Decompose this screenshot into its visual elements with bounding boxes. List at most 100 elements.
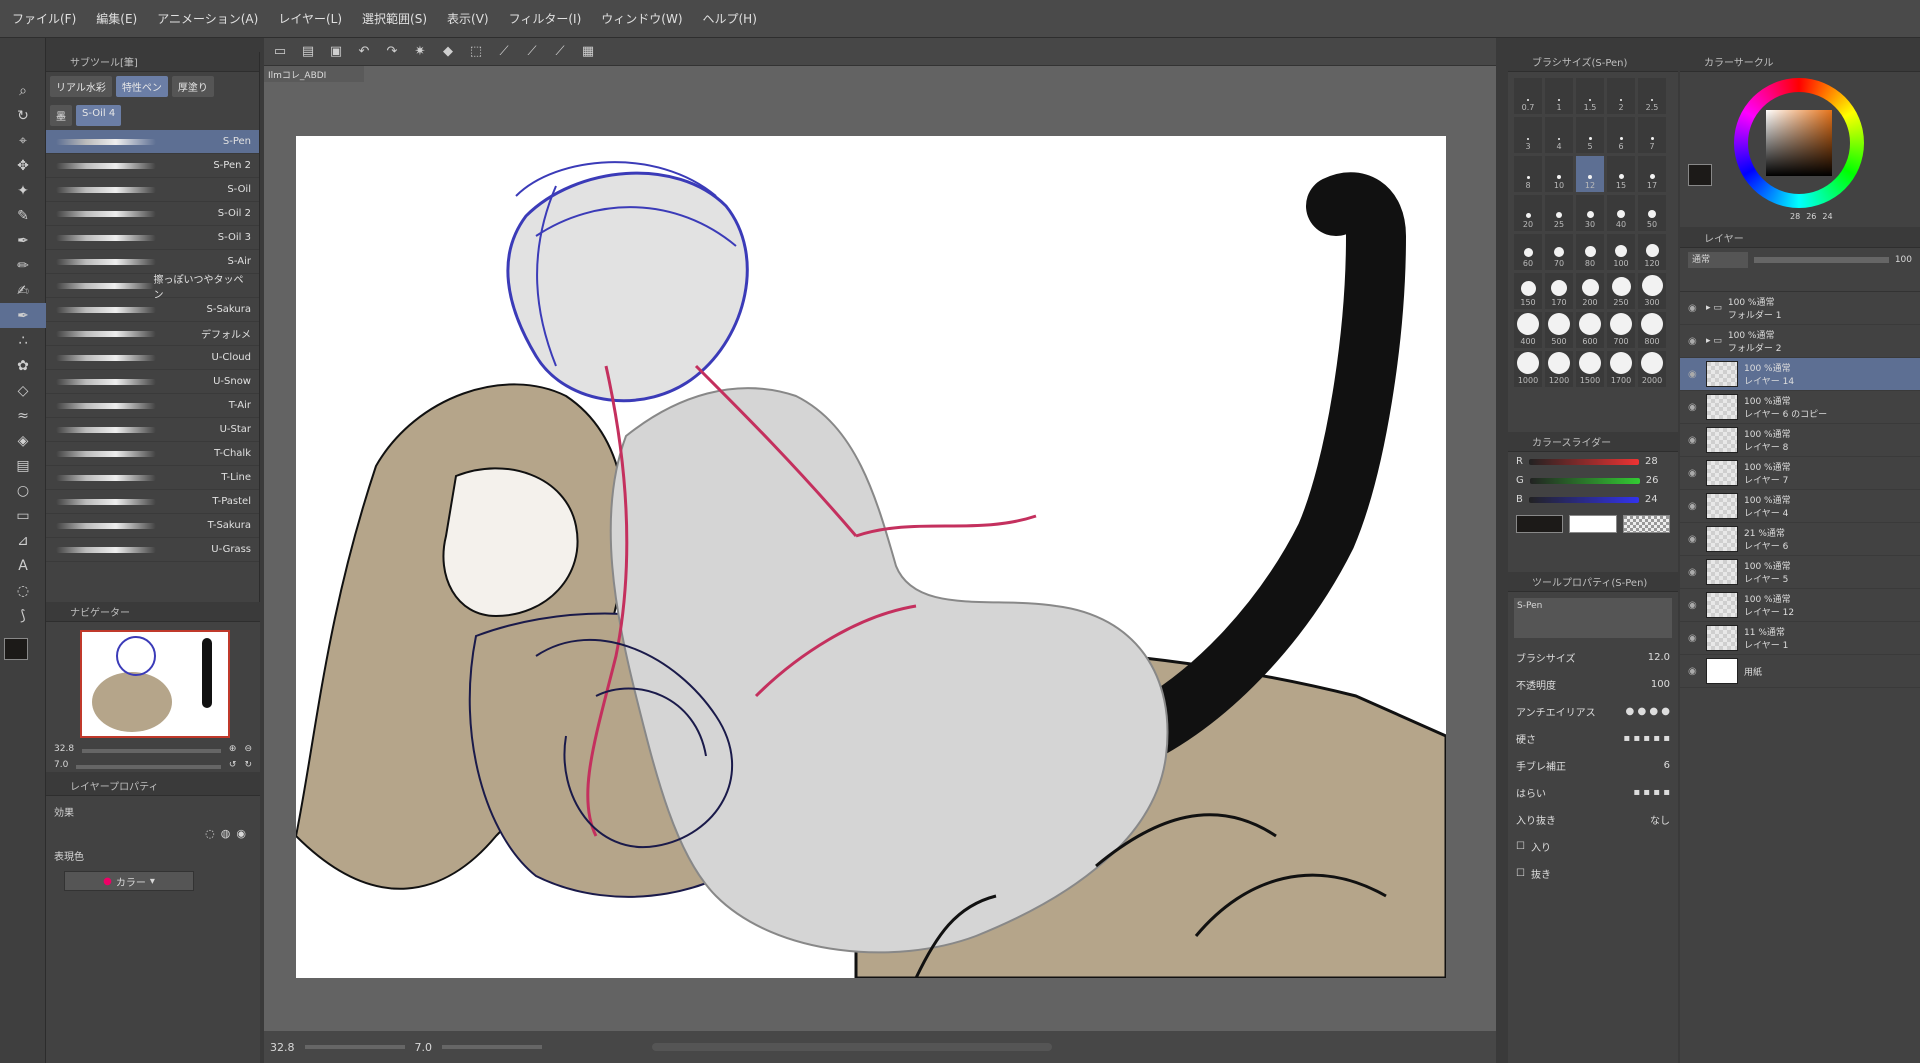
settings-icon[interactable]: ✷ (410, 42, 430, 62)
brush-size-option[interactable]: 170 (1545, 273, 1573, 309)
brush-size-option[interactable]: 5 (1576, 117, 1604, 153)
s-pen-tool-icon[interactable]: ✒ (0, 303, 46, 328)
expression-color-select[interactable]: ● カラー ▾ (64, 871, 194, 891)
status-angle[interactable]: 7.0 (415, 1041, 433, 1054)
subtool-tab[interactable]: リアル水彩 (50, 76, 112, 97)
ruler-icon[interactable]: ⟋ (494, 42, 514, 62)
drawing-canvas[interactable] (296, 136, 1446, 978)
undo-icon[interactable]: ↶ (354, 42, 374, 62)
r-value[interactable]: 28 (1645, 456, 1658, 467)
brush-size-option[interactable]: 800 (1638, 312, 1666, 348)
pencil-tool-icon[interactable]: ✏ (0, 253, 46, 278)
brush-size-option[interactable]: 30 (1576, 195, 1604, 231)
decoration-tool-icon[interactable]: ✿ (0, 353, 46, 378)
menu-item-3[interactable]: レイヤー(L) (278, 10, 342, 27)
brush-size-option[interactable]: 2 (1607, 78, 1635, 114)
in-checkbox[interactable]: ☐ (1516, 841, 1525, 852)
main-color-swatch[interactable] (1688, 164, 1712, 186)
effect-color-icon[interactable]: ◉ (236, 827, 246, 840)
brush-size-option[interactable]: 1700 (1607, 351, 1635, 387)
brush-size-option[interactable]: 4 (1545, 117, 1573, 153)
brush-item[interactable]: 擦っぽいつやタッペン (46, 274, 259, 301)
frame-tool-icon[interactable]: ▭ (0, 503, 46, 528)
brush-size-option[interactable]: 1200 (1545, 351, 1573, 387)
eye-icon[interactable]: ◉ (1688, 501, 1700, 512)
transform-icon[interactable]: ⬚ (466, 42, 486, 62)
taper-selector[interactable]: ▪ ▪ ▪ ▪ (1633, 787, 1670, 798)
g-value[interactable]: 26 (1646, 475, 1659, 486)
layer-row[interactable]: ◉ ▸ ▭ 100 %通常 フォルダー 2 (1680, 325, 1920, 358)
eye-icon[interactable]: ◉ (1688, 633, 1700, 644)
subtool-group-tab[interactable]: 墨 (50, 105, 72, 126)
rotate-left-icon[interactable]: ↺ (229, 760, 237, 770)
in-out-select[interactable]: なし (1650, 812, 1670, 827)
correct-line-icon[interactable]: ⟆ (0, 603, 46, 628)
menu-item-2[interactable]: アニメーション(A) (157, 10, 258, 27)
menu-item-8[interactable]: ヘルプ(H) (703, 10, 757, 27)
layer-opacity[interactable]: 100 (1895, 255, 1912, 265)
effect-tone-icon[interactable]: ◍ (221, 827, 231, 840)
brush-tool-icon[interactable]: ✍ (0, 278, 46, 303)
eye-icon[interactable]: ◉ (1688, 468, 1700, 479)
b-value[interactable]: 24 (1645, 494, 1658, 505)
airbrush-icon[interactable]: ∴ (0, 328, 46, 353)
subtool-tab[interactable]: 厚塗り (171, 76, 214, 97)
menu-item-0[interactable]: ファイル(F) (12, 10, 76, 27)
saturation-value-square[interactable] (1766, 110, 1832, 176)
zoom-in-icon[interactable]: ⊕ (229, 744, 237, 754)
new-file-icon[interactable]: ▭ (270, 42, 290, 62)
layer-row[interactable]: ◉ 100 %通常 レイヤー 7 (1680, 457, 1920, 490)
brush-size-option[interactable]: 70 (1545, 234, 1573, 270)
menu-item-5[interactable]: 表示(V) (447, 10, 489, 27)
effect-border-icon[interactable]: ◌ (205, 827, 215, 840)
gradient-tool-icon[interactable]: ▤ (0, 453, 46, 478)
brush-size-option[interactable]: 20 (1514, 195, 1542, 231)
eyedropper-icon[interactable]: ✎ (0, 203, 46, 228)
pen-tool-icon[interactable]: ✒ (0, 228, 46, 253)
brush-size-option[interactable]: 400 (1514, 312, 1542, 348)
blend-mode-select[interactable]: 通常 (1688, 252, 1748, 268)
zoom-out-icon[interactable]: ⊖ (244, 744, 252, 754)
object-tool-icon[interactable]: ⌖ (0, 128, 46, 153)
subtool-tab[interactable]: 特性ペン (115, 76, 168, 97)
brush-size-option[interactable]: 1000 (1514, 351, 1542, 387)
brush-size-option[interactable]: 700 (1607, 312, 1635, 348)
brush-size-option[interactable]: 25 (1545, 195, 1573, 231)
layer-row[interactable]: ◉ 100 %通常 レイヤー 4 (1680, 490, 1920, 523)
brush-size-option[interactable]: 2000 (1638, 351, 1666, 387)
brush-size-option[interactable]: 300 (1638, 273, 1666, 309)
brush-size-option[interactable]: 2.5 (1638, 78, 1666, 114)
zoom-tool-icon[interactable]: ⌕ (0, 78, 46, 103)
layer-row[interactable]: ◉ 100 %通常 レイヤー 8 (1680, 424, 1920, 457)
text-tool-icon[interactable]: A (0, 553, 46, 578)
layer-row[interactable]: ◉ 11 %通常 レイヤー 1 (1680, 622, 1920, 655)
rotate-right-icon[interactable]: ↻ (244, 760, 252, 770)
brush-size-option[interactable]: 3 (1514, 117, 1542, 153)
brush-size-option[interactable]: 50 (1638, 195, 1666, 231)
brush-size-option[interactable]: 250 (1607, 273, 1635, 309)
layer-row[interactable]: ◉ 100 %通常 レイヤー 12 (1680, 589, 1920, 622)
brush-size-option[interactable]: 100 (1607, 234, 1635, 270)
brush-item[interactable]: T-Air (46, 394, 259, 418)
brush-size-option[interactable]: 0.7 (1514, 78, 1542, 114)
menu-item-7[interactable]: ウィンドウ(W) (601, 10, 682, 27)
menu-item-4[interactable]: 選択範囲(S) (362, 10, 427, 27)
brush-item[interactable]: T-Pastel (46, 490, 259, 514)
brush-item[interactable]: U-Star (46, 418, 259, 442)
brush-item[interactable]: デフォルメ (46, 322, 259, 346)
navigator-thumbnail[interactable] (80, 630, 230, 738)
layer-row[interactable]: ◉ 100 %通常 レイヤー 6 のコピー (1680, 391, 1920, 424)
navigator-zoom[interactable]: 32.8 (54, 744, 74, 754)
brush-size-option[interactable]: 150 (1514, 273, 1542, 309)
brush-size-option[interactable]: 15 (1607, 156, 1635, 192)
eye-icon[interactable]: ◉ (1688, 666, 1700, 677)
canvas-tab[interactable]: Ilmコレ_ABDI (264, 66, 364, 82)
eye-icon[interactable]: ◉ (1688, 336, 1700, 347)
transparent-color-chip[interactable] (1622, 515, 1670, 533)
brush-item[interactable]: T-Chalk (46, 442, 259, 466)
folder-icon[interactable]: ▸ ▭ (1706, 336, 1722, 346)
main-color-chip[interactable] (1516, 515, 1564, 533)
out-checkbox[interactable]: ☐ (1516, 868, 1525, 879)
eye-icon[interactable]: ◉ (1688, 600, 1700, 611)
brush-item[interactable]: U-Grass (46, 538, 259, 562)
